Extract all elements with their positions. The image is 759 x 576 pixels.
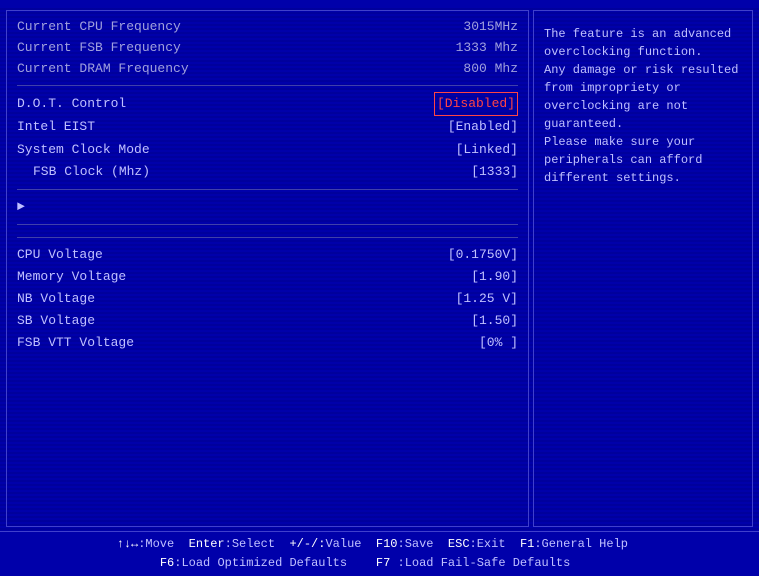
divider4 bbox=[17, 237, 518, 238]
voltage-label: NB Voltage bbox=[17, 288, 95, 310]
footer-desc: :General Help bbox=[534, 537, 642, 551]
voltage-row[interactable]: CPU Voltage [0.1750V] bbox=[17, 244, 518, 266]
setting-label: Intel EIST bbox=[17, 116, 95, 138]
setting-label: System Clock Mode bbox=[17, 139, 150, 161]
voltage-label: CPU Voltage bbox=[17, 244, 103, 266]
info-row: Current CPU Frequency 3015MHz bbox=[17, 17, 518, 38]
voltage-row[interactable]: Memory Voltage [1.90] bbox=[17, 266, 518, 288]
footer-key: F10 bbox=[376, 537, 398, 551]
setting-value: [Linked] bbox=[456, 139, 518, 161]
info-section: Current CPU Frequency3015MHzCurrent FSB … bbox=[17, 17, 518, 79]
setting-row[interactable]: System Clock Mode [Linked] bbox=[17, 139, 518, 161]
setting-label: D.O.T. Control bbox=[17, 93, 126, 115]
footer-desc: :Load Fail-Safe Defaults bbox=[390, 556, 599, 570]
footer-desc: :Exit bbox=[470, 537, 520, 551]
voltage-row[interactable]: FSB VTT Voltage [0% ] bbox=[17, 332, 518, 354]
setting-row[interactable]: D.O.T. Control [Disabled] bbox=[17, 92, 518, 116]
info-label: Current DRAM Frequency bbox=[17, 59, 189, 80]
bios-screen: Current CPU Frequency3015MHzCurrent FSB … bbox=[0, 0, 759, 576]
divider2 bbox=[17, 189, 518, 190]
footer-line2: F6:Load Optimized Defaults F7 :Load Fail… bbox=[10, 554, 749, 573]
info-value: 1333 Mhz bbox=[456, 38, 518, 59]
voltage-value: [0% ] bbox=[479, 332, 518, 354]
setting-row[interactable]: Intel EIST [Enabled] bbox=[17, 116, 518, 138]
footer-desc: Value bbox=[325, 537, 375, 551]
voltage-label: SB Voltage bbox=[17, 310, 95, 332]
voltage-value: [1.50] bbox=[471, 310, 518, 332]
footer-key: F1 bbox=[520, 537, 534, 551]
footer-key: F7 bbox=[376, 556, 390, 570]
setting-value: [1333] bbox=[471, 161, 518, 183]
submenu-label: ► bbox=[17, 196, 29, 218]
settings-section: D.O.T. Control [Disabled] Intel EIST [Enabl… bbox=[17, 92, 518, 182]
setting-value: [Disabled] bbox=[434, 92, 518, 116]
submenu-row[interactable]: ► bbox=[17, 196, 518, 218]
arrow-icon: ► bbox=[17, 196, 25, 218]
info-value: 3015MHz bbox=[463, 17, 518, 38]
voltage-value: [1.25 V] bbox=[456, 288, 518, 310]
setting-value: [Enabled] bbox=[448, 116, 518, 138]
voltage-row[interactable]: SB Voltage [1.50] bbox=[17, 310, 518, 332]
footer-desc: :Select bbox=[225, 537, 290, 551]
footer-desc: :Move bbox=[138, 537, 188, 551]
footer-line1: ↑↓↔:Move Enter:Select +/-/:Value F10:Sav… bbox=[10, 535, 749, 554]
voltage-label: Memory Voltage bbox=[17, 266, 126, 288]
voltage-row[interactable]: NB Voltage [1.25 V] bbox=[17, 288, 518, 310]
info-row: Current FSB Frequency 1333 Mhz bbox=[17, 38, 518, 59]
main-content: Current CPU Frequency3015MHzCurrent FSB … bbox=[0, 6, 759, 531]
footer-key: F6 bbox=[160, 556, 174, 570]
info-row: Current DRAM Frequency 800 Mhz bbox=[17, 59, 518, 80]
voltage-section: CPU Voltage [0.1750V] Memory Voltage [1.90]… bbox=[17, 244, 518, 354]
help-text: The feature is an advanced overclocking … bbox=[544, 25, 742, 187]
footer-desc: :Load Optimized Defaults bbox=[174, 556, 376, 570]
voltage-value: [1.90] bbox=[471, 266, 518, 288]
info-label: Current FSB Frequency bbox=[17, 38, 181, 59]
divider3 bbox=[17, 224, 518, 225]
setting-label: FSB Clock (Mhz) bbox=[17, 161, 150, 183]
voltage-value: [0.1750V] bbox=[448, 244, 518, 266]
footer-key: +/-/: bbox=[289, 537, 325, 551]
left-panel: Current CPU Frequency3015MHzCurrent FSB … bbox=[6, 10, 529, 527]
footer-desc: :Save bbox=[398, 537, 448, 551]
info-value: 800 Mhz bbox=[463, 59, 518, 80]
voltage-label: FSB VTT Voltage bbox=[17, 332, 134, 354]
info-label: Current CPU Frequency bbox=[17, 17, 181, 38]
footer-key: ↑↓↔ bbox=[117, 537, 139, 551]
setting-row[interactable]: FSB Clock (Mhz) [1333] bbox=[17, 161, 518, 183]
divider1 bbox=[17, 85, 518, 86]
right-panel: The feature is an advanced overclocking … bbox=[533, 10, 753, 527]
footer-key: Enter bbox=[189, 537, 225, 551]
footer-key: ESC bbox=[448, 537, 470, 551]
footer: ↑↓↔:Move Enter:Select +/-/:Value F10:Sav… bbox=[0, 531, 759, 576]
